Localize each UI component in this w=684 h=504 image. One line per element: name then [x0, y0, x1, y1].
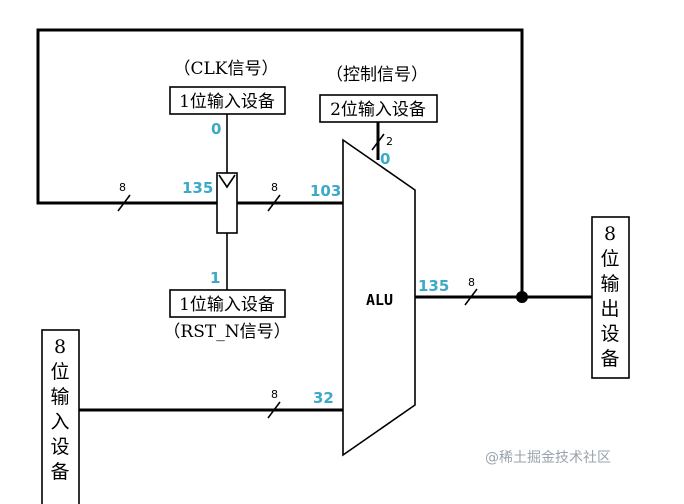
- ctrl-box-label: 2位输入设备: [330, 100, 426, 120]
- clk-value: 0: [211, 120, 221, 138]
- output-label-char: 备: [600, 348, 619, 370]
- input-width: 8: [271, 388, 278, 401]
- output-width: 8: [468, 276, 475, 289]
- input-label-char: 备: [50, 461, 69, 483]
- clk-caption: （CLK信号）: [174, 59, 279, 79]
- input-label-char: 8: [54, 336, 66, 358]
- ctrl-width: 2: [386, 135, 393, 148]
- alu-input-a-value: 103: [310, 182, 341, 200]
- reg-to-alu-width: 8: [271, 181, 278, 194]
- rst-caption: （RST_N信号）: [163, 322, 290, 342]
- junction-dot: [516, 291, 528, 303]
- feedback-width: 8: [119, 181, 126, 194]
- output-label-char: 输: [600, 273, 619, 295]
- rst-value: 1: [210, 269, 220, 287]
- clk-box-label: 1位输入设备: [179, 92, 275, 112]
- output-label-char: 8: [604, 223, 616, 245]
- watermark: @稀土掘金技术社区: [485, 450, 611, 466]
- input-label-char: 入: [50, 411, 69, 433]
- alu-output-value: 135: [418, 277, 449, 295]
- ctrl-value: 0: [380, 150, 390, 168]
- feedback-wire: [36, 28, 524, 297]
- alu-input-b-value: 32: [313, 389, 334, 407]
- input-label-char: 输: [50, 386, 69, 408]
- alu-label: ALU: [366, 291, 393, 309]
- output-label-char: 位: [600, 248, 619, 270]
- reg-output-value: 135: [182, 179, 213, 197]
- output-label-char: 出: [600, 298, 619, 320]
- output-label-char: 设: [600, 323, 619, 345]
- rst-box-label: 1位输入设备: [179, 295, 275, 315]
- circuit-diagram: 8 135 8 103 （CLK信号） 1位输入设备 0 1 1位输入设备 （R…: [36, 28, 630, 504]
- input-label-char: 位: [50, 361, 69, 383]
- ctrl-caption: （控制信号）: [326, 65, 428, 85]
- input-label-char: 设: [50, 436, 69, 458]
- register: [216, 172, 238, 234]
